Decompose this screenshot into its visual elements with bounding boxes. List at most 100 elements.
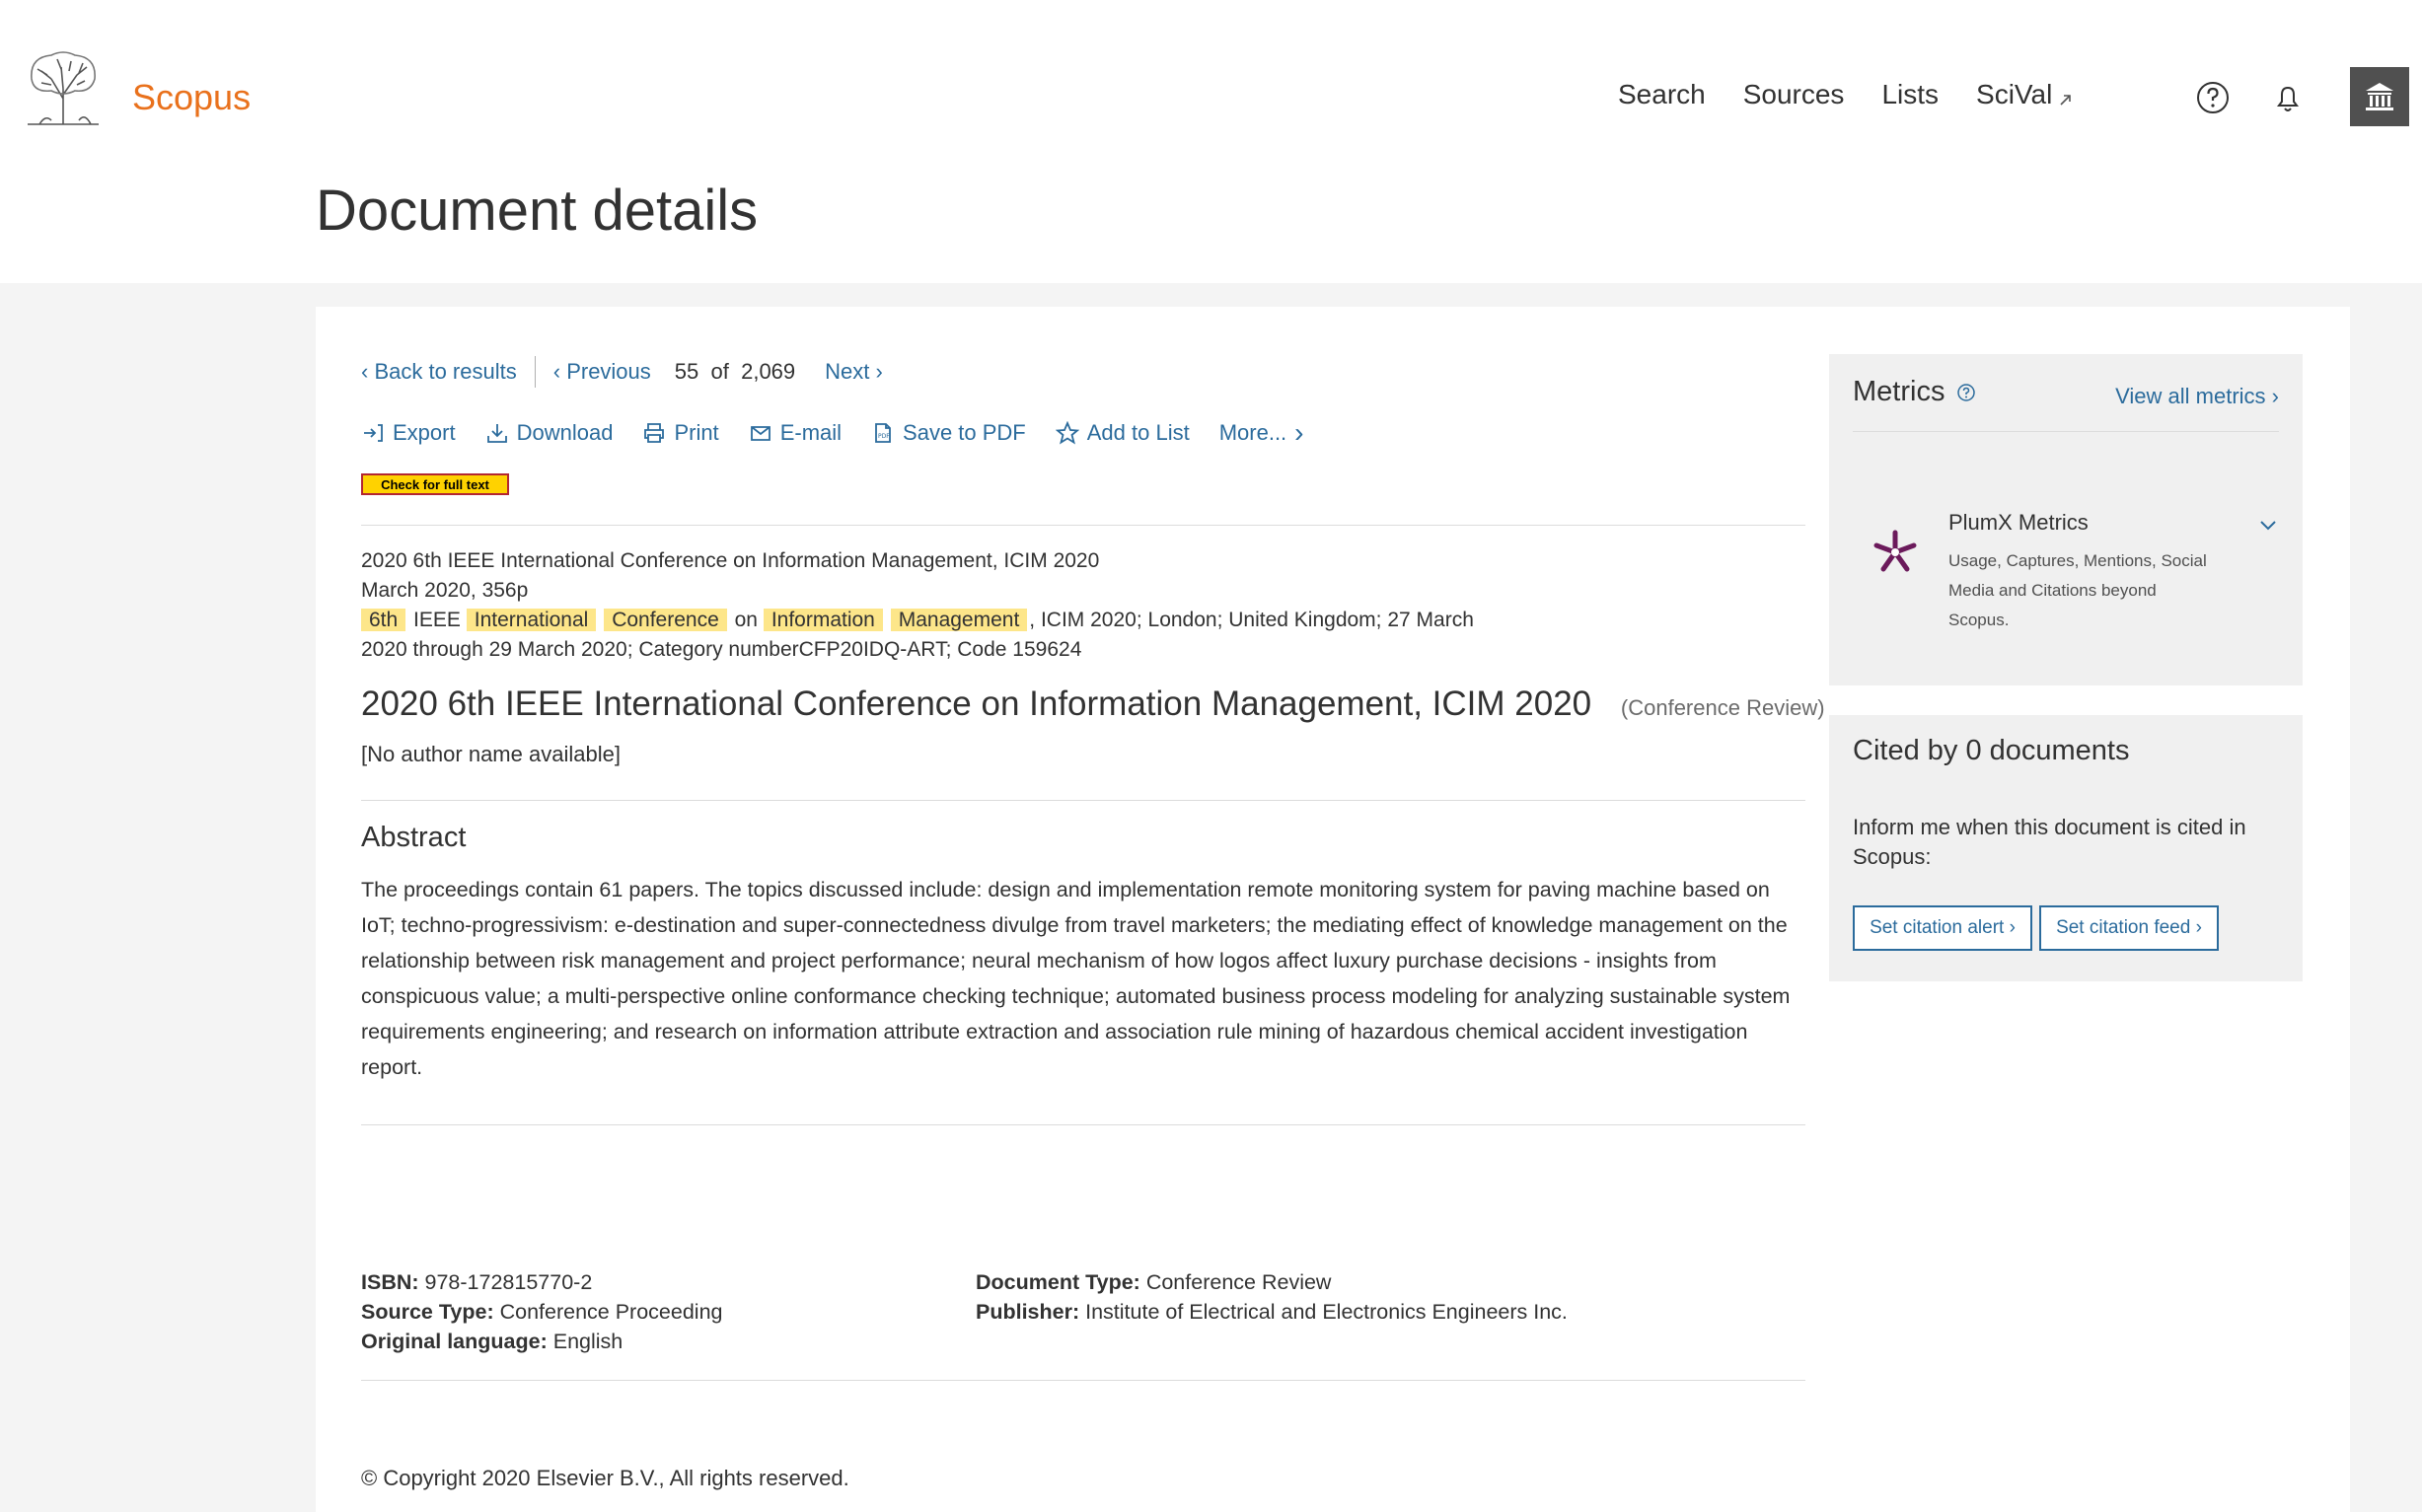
author-list: [No author name available] <box>361 742 621 766</box>
back-to-results-label: Back to results <box>374 359 517 384</box>
chevron-down-icon[interactable] <box>2257 514 2279 536</box>
cited-by-heading: Cited by 0 documents <box>1853 735 2130 766</box>
publisher-value: Institute of Electrical and Electronics … <box>1085 1300 1568 1324</box>
document-title: 2020 6th IEEE International Conference o… <box>361 684 1825 724</box>
save-pdf-button[interactable]: PDF Save to PDF <box>871 420 1026 446</box>
abstract-heading: Abstract <box>361 822 467 853</box>
source-type-row: Source Type: Conference Proceeding <box>361 1297 723 1327</box>
chevron-right-icon: › <box>2271 384 2279 408</box>
download-icon <box>486 424 507 443</box>
add-to-list-label: Add to List <box>1086 420 1190 445</box>
set-citation-alert-label: Set citation alert <box>1870 917 2005 938</box>
more-label: More... <box>1218 420 1287 445</box>
copyright-notice: © Copyright 2020 Elsevier B.V., All righ… <box>361 1466 849 1490</box>
print-button[interactable]: Print <box>642 420 719 446</box>
metrics-panel: Metrics View all metrics › PlumX Metrics… <box>1829 354 2303 685</box>
download-button[interactable]: Download <box>485 420 614 446</box>
chevron-left-icon: ‹ <box>361 359 369 384</box>
next-label: Next <box>825 359 870 384</box>
back-to-results-link[interactable]: ‹ Back to results <box>361 359 517 385</box>
set-citation-alert-button[interactable]: Set citation alert › <box>1853 905 2032 951</box>
institution-icon <box>2366 83 2393 110</box>
more-button[interactable]: More... › <box>1219 417 1304 449</box>
document-toolbar: Export Download Print E-mail PDF Save to… <box>361 417 1304 449</box>
divider <box>361 800 1805 801</box>
bell-icon[interactable] <box>2269 79 2307 116</box>
metadata-right: Document Type: Conference Review Publish… <box>976 1267 1568 1327</box>
plumx-description: Usage, Captures, Mentions, Social Media … <box>1948 551 2207 629</box>
nav-sources[interactable]: Sources <box>1743 79 1845 110</box>
nav-search[interactable]: Search <box>1618 79 1706 110</box>
source-line-1: 2020 6th IEEE International Conference o… <box>361 549 1100 572</box>
metrics-heading-text: Metrics <box>1853 376 1945 407</box>
view-all-metrics-link[interactable]: View all metrics › <box>2115 384 2279 409</box>
metadata-left: ISBN: 978-172815770-2 Source Type: Confe… <box>361 1267 723 1356</box>
source-info: 2020 6th IEEE International Conference o… <box>361 546 1644 665</box>
divider <box>1853 431 2279 432</box>
help-icon[interactable] <box>2194 79 2232 116</box>
nav-lists[interactable]: Lists <box>1881 79 1939 110</box>
add-to-list-button[interactable]: Add to List <box>1055 420 1190 446</box>
top-header: Scopus Search Sources Lists SciVal Docum… <box>0 0 2422 283</box>
next-link[interactable]: Next › <box>825 359 883 385</box>
total-count: 2,069 <box>741 359 796 384</box>
previous-link[interactable]: ‹ Previous <box>553 359 651 385</box>
divider <box>534 356 536 388</box>
highlight-term: Management <box>890 609 1028 631</box>
chevron-right-icon: › <box>875 359 883 384</box>
chevron-right-icon: › <box>2009 917 2016 938</box>
plumx-icon <box>1873 530 1917 572</box>
result-navigation: ‹ Back to results ‹ Previous 55 of 2,069… <box>361 356 883 388</box>
nav-scival-label: SciVal <box>1976 79 2053 109</box>
source-text: , ICIM 2020; London; United Kingdom; 27 … <box>1029 609 1474 631</box>
chevron-left-icon: ‹ <box>552 359 561 384</box>
star-icon <box>1055 421 1079 445</box>
publisher-row: Publisher: Institute of Electrical and E… <box>976 1297 1568 1327</box>
chevron-right-icon: › <box>1294 417 1304 448</box>
set-citation-feed-button[interactable]: Set citation feed › <box>2039 905 2219 951</box>
source-text: on <box>734 609 758 631</box>
highlight-term: International <box>466 609 597 631</box>
document-type-value: Conference Review <box>1145 1270 1332 1294</box>
highlight-term: Information <box>763 609 883 631</box>
publisher-label: Publisher: <box>976 1300 1080 1324</box>
nav-scival[interactable]: SciVal <box>1976 79 2074 110</box>
isbn-label: ISBN: <box>361 1270 419 1294</box>
download-label: Download <box>516 420 614 445</box>
institution-button[interactable] <box>2350 67 2409 126</box>
document-type-row: Document Type: Conference Review <box>976 1267 1568 1297</box>
source-line-3: 6th IEEE International Conference on Inf… <box>361 606 1644 635</box>
isbn-value: 978-172815770-2 <box>424 1270 593 1294</box>
abstract-text: The proceedings contain 61 papers. The t… <box>361 878 1791 1079</box>
document-type-label: Document Type: <box>976 1270 1140 1294</box>
print-label: Print <box>674 420 719 445</box>
chevron-right-icon: › <box>2195 917 2202 938</box>
result-counter: 55 of 2,069 <box>675 359 795 385</box>
previous-label: Previous <box>566 359 651 384</box>
divider <box>361 1380 1805 1381</box>
printer-icon <box>644 423 665 443</box>
document-title-text: 2020 6th IEEE International Conference o… <box>361 684 1592 723</box>
of-text: of <box>710 359 729 384</box>
email-button[interactable]: E-mail <box>749 420 842 446</box>
source-line-4: 2020 through 29 March 2020; Category num… <box>361 638 1082 661</box>
export-label: Export <box>393 420 456 445</box>
language-value: English <box>552 1330 624 1353</box>
main-nav: Search Sources Lists SciVal <box>1618 79 2074 110</box>
export-button[interactable]: Export <box>361 420 456 446</box>
check-full-text-button[interactable]: Check for full text <box>361 473 509 495</box>
save-pdf-label: Save to PDF <box>903 420 1026 445</box>
scopus-brand[interactable]: Scopus <box>132 77 251 118</box>
divider <box>361 525 1805 526</box>
page-title: Document details <box>316 179 759 243</box>
source-type-label: Source Type: <box>361 1300 494 1324</box>
info-icon[interactable] <box>1956 383 1976 402</box>
svg-text:PDF: PDF <box>878 433 890 440</box>
cited-by-description: Inform me when this document is cited in… <box>1853 815 2246 869</box>
language-row: Original language: English <box>361 1327 723 1356</box>
highlight-term: Conference <box>604 609 727 631</box>
view-all-metrics-label: View all metrics <box>2115 384 2266 408</box>
elsevier-tree-logo[interactable] <box>22 49 105 126</box>
language-label: Original language: <box>361 1330 548 1353</box>
source-line-2: March 2020, 356p <box>361 579 529 602</box>
